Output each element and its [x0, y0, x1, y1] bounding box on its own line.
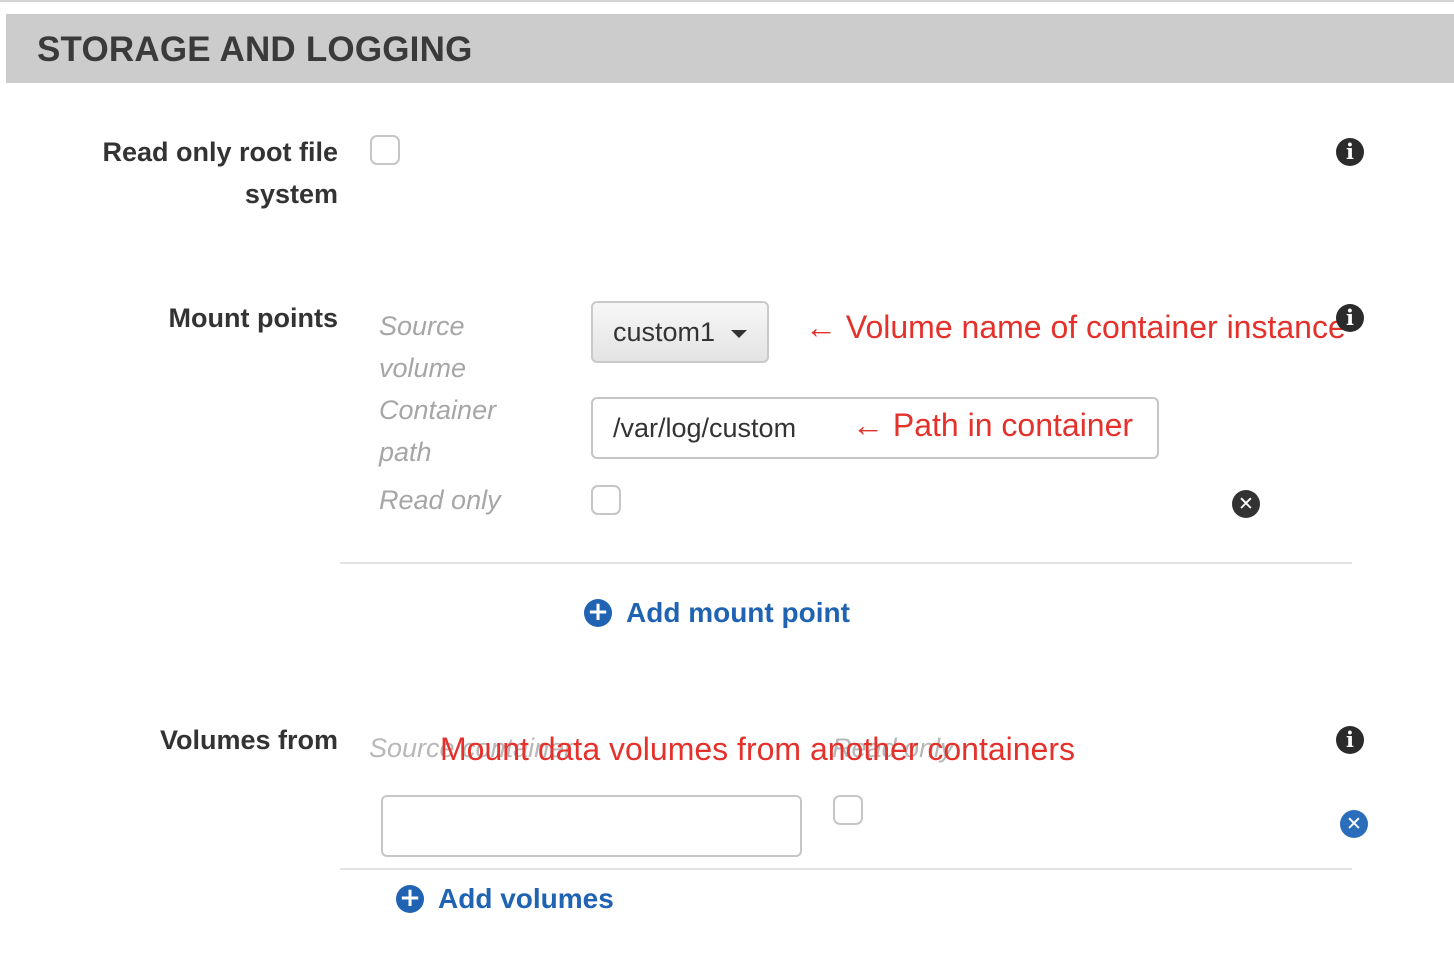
volumes-from-divider: [340, 868, 1352, 870]
info-icon[interactable]: i: [1336, 304, 1364, 332]
mount-read-only-checkbox[interactable]: [591, 485, 621, 515]
add-volumes-button[interactable]: + Add volumes: [396, 883, 614, 915]
mount-points-divider: [340, 562, 1352, 564]
add-mount-point-button[interactable]: + Add mount point: [584, 597, 850, 629]
add-volumes-label: Add volumes: [438, 883, 614, 914]
annotation-volumes-from: Mount data volumes from another containe…: [440, 731, 1075, 767]
annotation-path: ← Path in container: [852, 407, 1134, 443]
info-icon[interactable]: i: [1336, 726, 1364, 754]
plus-circle-icon: +: [584, 599, 612, 627]
section-header: STORAGE AND LOGGING: [6, 14, 1454, 83]
plus-circle-icon: +: [396, 885, 424, 913]
remove-icon[interactable]: ✕: [1232, 490, 1260, 518]
caret-down-icon: [731, 330, 747, 338]
container-path-label-line2: path: [379, 437, 432, 467]
top-border: [0, 0, 1454, 2]
section-title: STORAGE AND LOGGING: [37, 30, 473, 69]
read-only-root-label-line2: system: [244, 179, 338, 209]
mount-read-only-label: Read only: [379, 485, 501, 515]
source-container-input[interactable]: [381, 795, 802, 857]
container-path-label-line1: Container: [379, 395, 497, 425]
remove-icon[interactable]: ✕: [1340, 810, 1368, 838]
container-path-label: Container path: [379, 389, 496, 473]
source-volume-label: Source volume: [379, 305, 466, 389]
container-path-value: /var/log/custom: [613, 413, 797, 443]
add-mount-point-label: Add mount point: [626, 597, 850, 628]
read-only-root-label-line1: Read only root file: [102, 137, 338, 167]
source-volume-label-line2: volume: [379, 353, 467, 383]
source-volume-value: custom1: [613, 317, 716, 347]
read-only-root-label: Read only root file system: [38, 131, 338, 215]
source-volume-select[interactable]: custom1: [591, 301, 769, 363]
info-icon[interactable]: i: [1336, 138, 1364, 166]
mount-points-label: Mount points: [168, 303, 338, 333]
read-only-root-checkbox[interactable]: [370, 135, 400, 165]
volumes-from-label: Volumes from: [159, 725, 338, 755]
volumes-read-only-checkbox[interactable]: [833, 795, 863, 825]
annotation-volume-name: ← Volume name of container instance: [805, 309, 1346, 345]
source-volume-label-line1: Source: [379, 311, 465, 341]
